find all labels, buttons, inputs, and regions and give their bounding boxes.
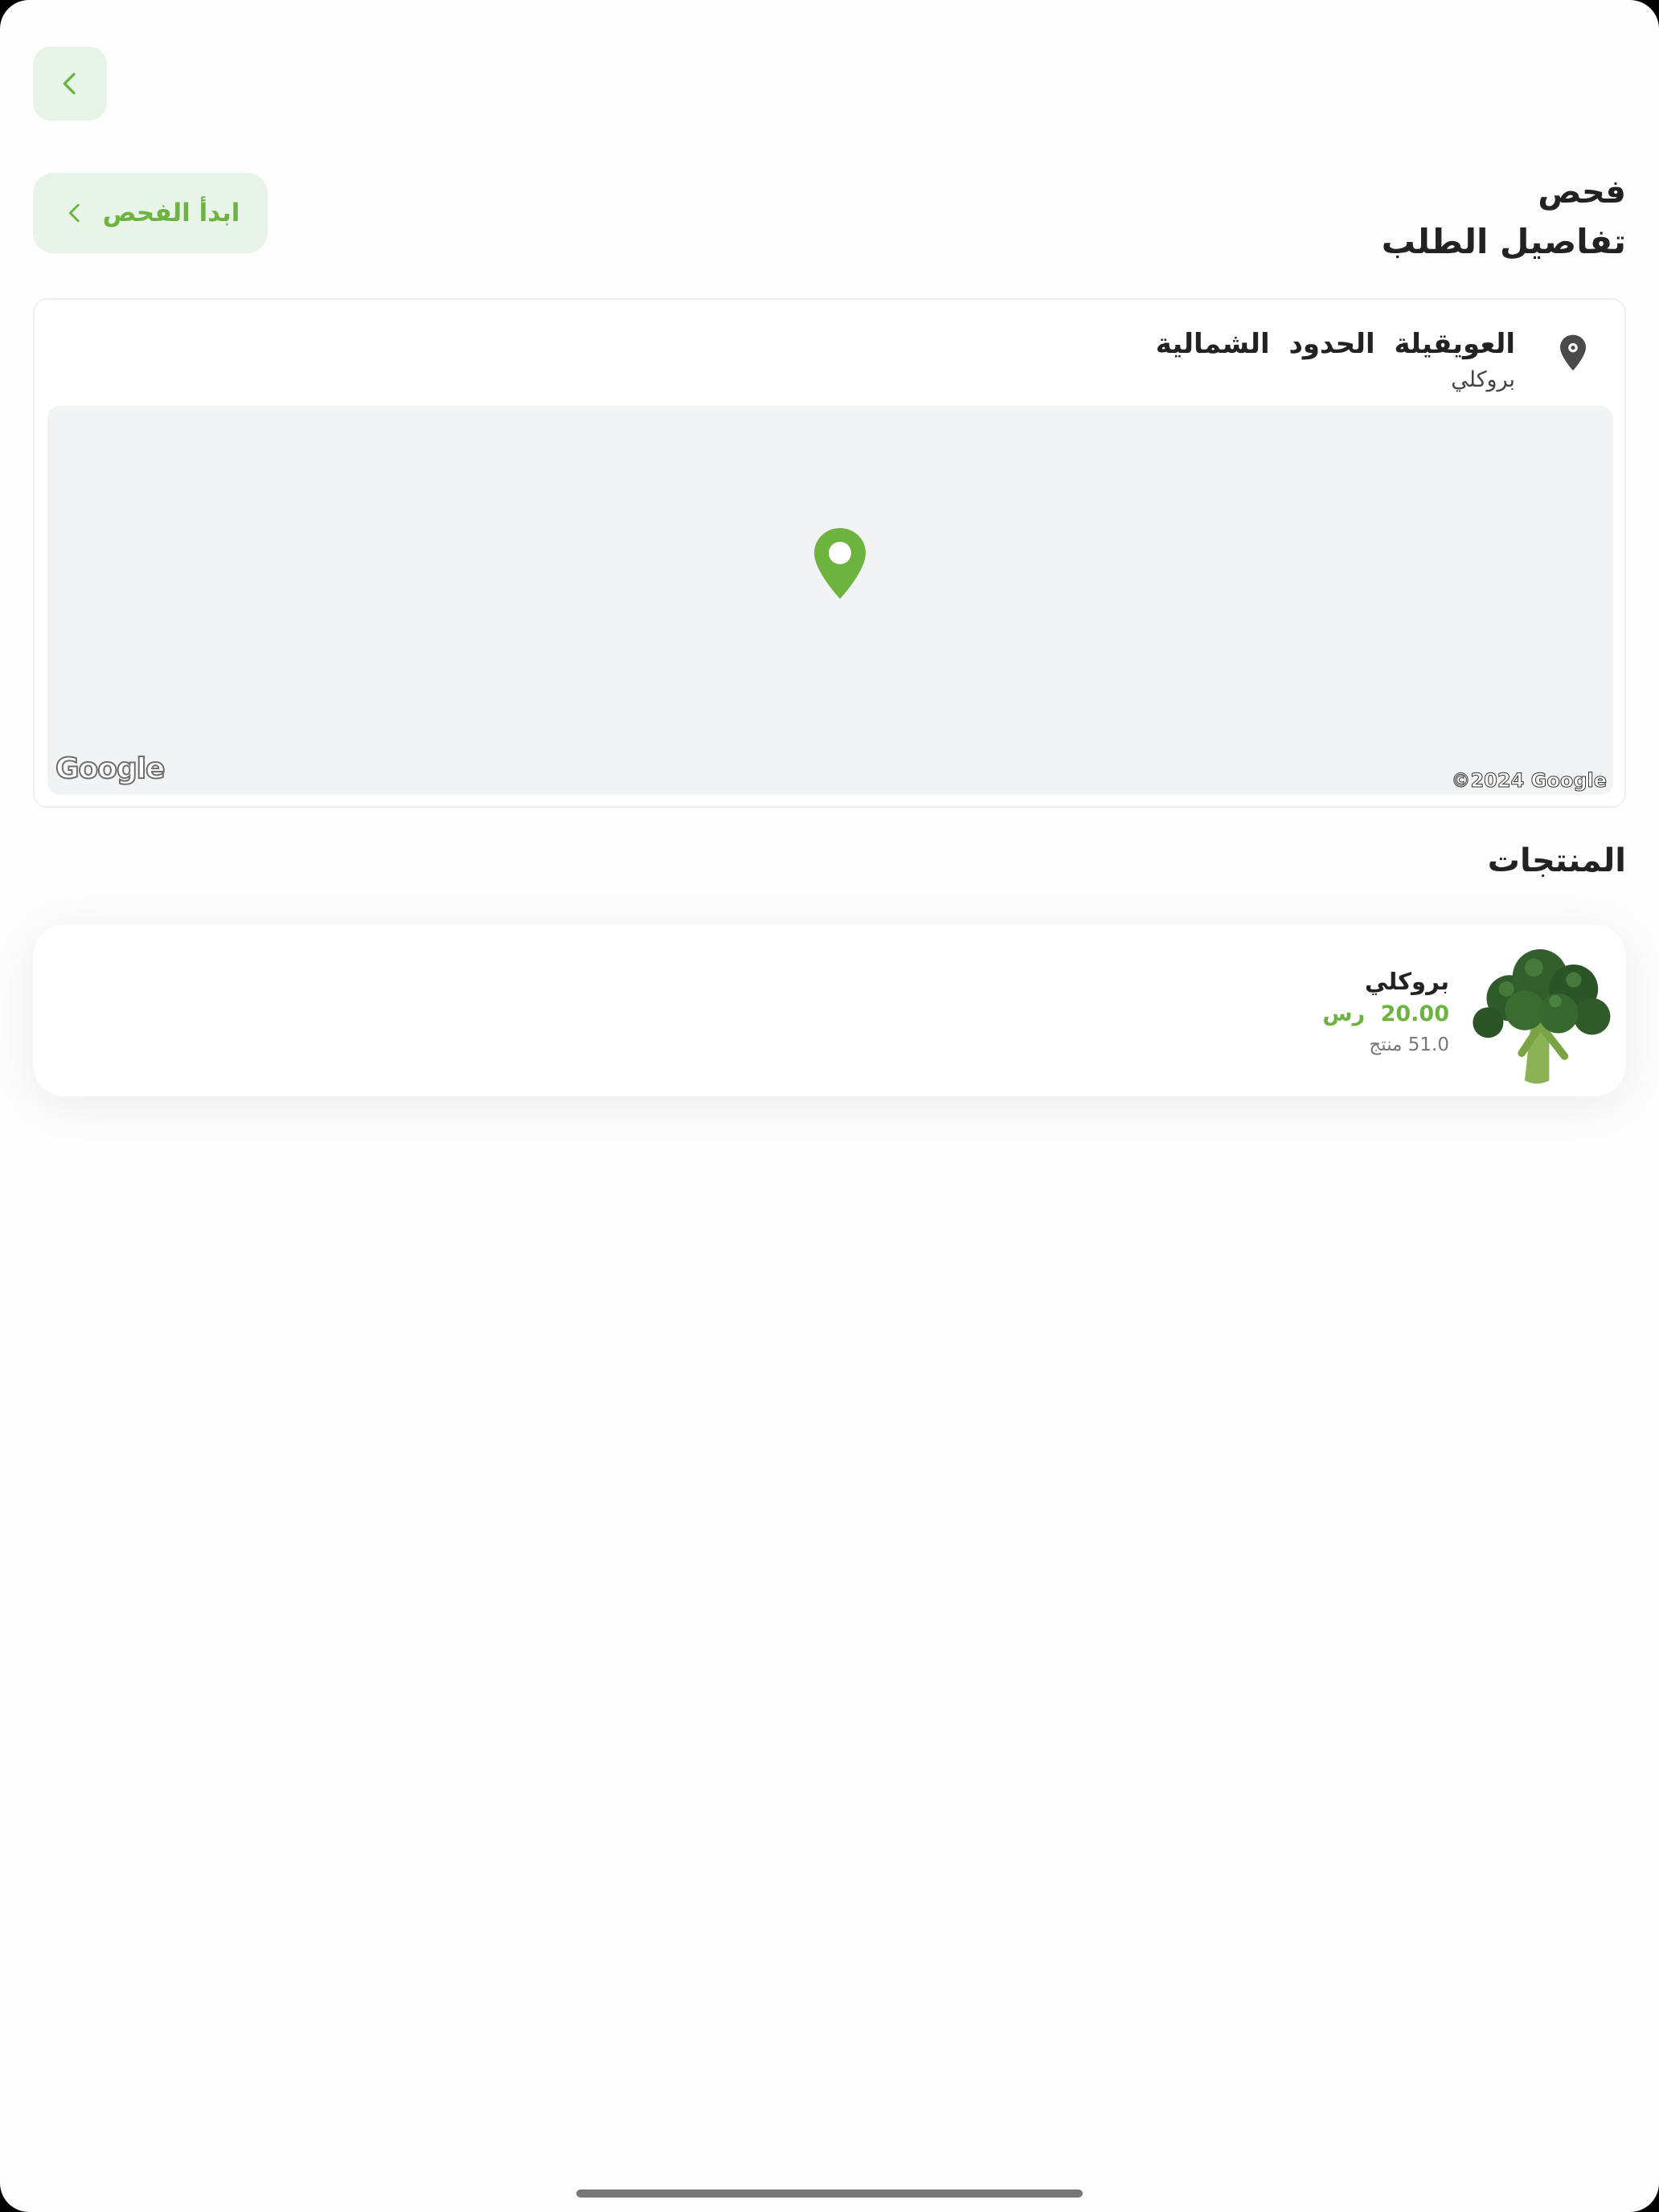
back-button[interactable] xyxy=(33,47,107,121)
map-copyright: ©2024 Google xyxy=(1451,769,1608,793)
start-inspection-button[interactable]: ابدأ الفحص xyxy=(33,173,268,253)
page-title: فحص xyxy=(1538,174,1626,211)
location-card: العويقيلة الحدود الشمالية بروكلي Google … xyxy=(33,298,1626,808)
product-card[interactable]: بروكلي 20.00 رس 51.0 منتج xyxy=(33,924,1626,1096)
product-quantity: 51.0 منتج xyxy=(1369,1034,1449,1055)
product-price: 20.00 رس xyxy=(1322,1002,1449,1026)
page-subtitle: تفاصيل الطلب xyxy=(1381,222,1626,261)
map-marker-icon[interactable] xyxy=(811,526,869,600)
page-title-group: فحص تفاصيل الطلب xyxy=(1382,169,1626,268)
location-subtitle: بروكلي xyxy=(1451,367,1515,392)
home-indicator[interactable] xyxy=(576,2189,1083,2198)
product-name: بروكلي xyxy=(1365,968,1449,995)
location-pin-icon xyxy=(1560,334,1586,371)
chevron-left-icon xyxy=(63,72,76,95)
product-info: بروكلي 20.00 رس 51.0 منتج xyxy=(1322,965,1449,1059)
location-text: العويقيلة الحدود الشمالية بروكلي xyxy=(1156,324,1515,396)
products-section-title: المنتجات xyxy=(1487,842,1626,879)
broccoli-image xyxy=(1473,949,1611,1084)
start-inspection-label: ابدأ الفحص xyxy=(102,199,240,227)
chevron-left-icon xyxy=(68,203,80,223)
order-inspection-screen: ابدأ الفحص فحص تفاصيل الطلب العويقيلة ال… xyxy=(0,0,1659,2212)
location-city: العويقيلة الحدود الشمالية xyxy=(1155,328,1515,360)
google-logo: Google xyxy=(55,752,166,786)
map-view[interactable]: Google ©2024 Google xyxy=(47,406,1613,795)
